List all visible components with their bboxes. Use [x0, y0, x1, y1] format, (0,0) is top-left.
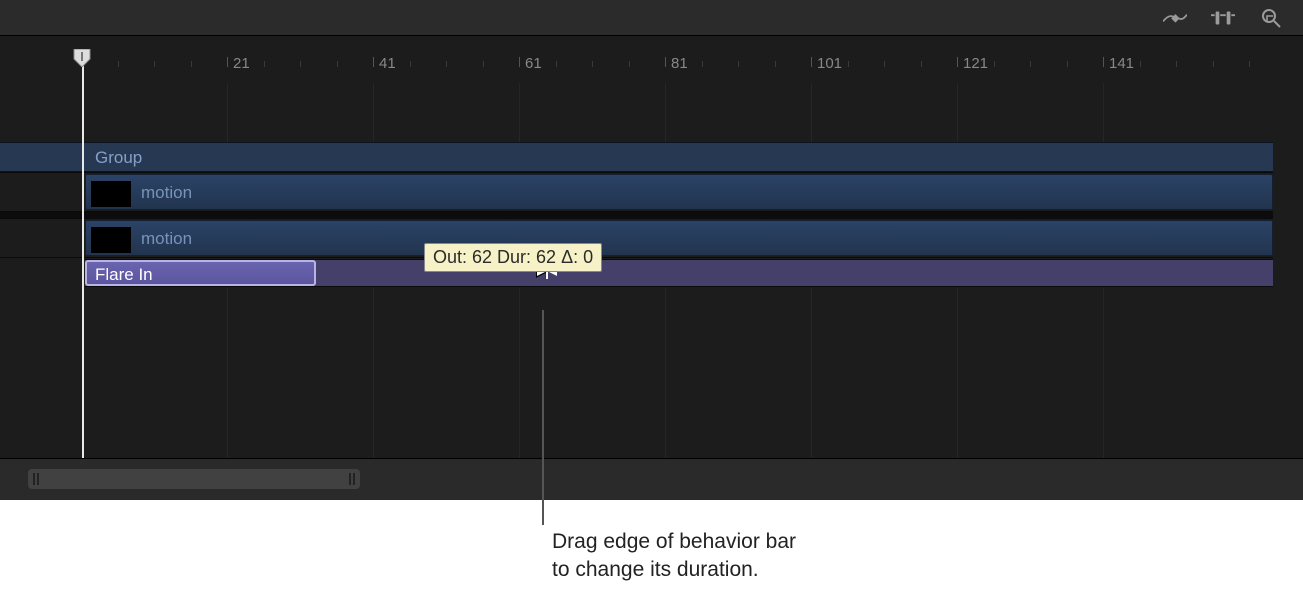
clip-thumbnail — [91, 181, 131, 207]
clip-bar[interactable]: motion — [85, 220, 1273, 256]
ruler-tick-label: 41 — [379, 55, 396, 72]
ruler-tick-label: 21 — [233, 55, 250, 72]
trim-tooltip: Out: 62 Dur: 62 Δ: 0 — [424, 243, 602, 272]
clip-thumbnail — [91, 227, 131, 253]
playhead-flag-icon[interactable] — [72, 49, 92, 67]
timeline-footer — [0, 458, 1303, 500]
timeline-panel: 21 41 61 81 101 121 141 Group motion motion — [0, 0, 1303, 500]
group-header-row[interactable]: Group — [0, 142, 1273, 172]
ruler-tick-label: 101 — [817, 55, 842, 72]
tracks-area: Group motion motion Flare In — [0, 142, 1273, 288]
playhead[interactable] — [82, 49, 84, 458]
clip-row: motion — [0, 172, 1273, 212]
zoom-icon[interactable] — [1259, 7, 1283, 29]
snap-icon[interactable] — [1211, 7, 1235, 29]
clip-label: motion — [141, 183, 192, 203]
ruler-tick-label: 141 — [1109, 55, 1134, 72]
timeline-toolbar — [0, 0, 1303, 36]
ruler-tick-label: 121 — [963, 55, 988, 72]
clip-bar[interactable]: motion — [85, 174, 1273, 210]
group-label: Group — [95, 148, 142, 168]
callout-text: Drag edge of behavior bar to change its … — [552, 528, 796, 585]
ruler-ticks: 21 41 61 81 101 121 141 — [0, 49, 1273, 83]
behavior-row: Flare In — [0, 258, 1273, 288]
ruler-tick-label: 81 — [671, 55, 688, 72]
horizontal-scrollbar[interactable] — [28, 469, 360, 489]
behavior-track: Flare In — [85, 259, 1273, 287]
callout-line — [542, 310, 544, 525]
ruler-tick-label: 61 — [525, 55, 542, 72]
behavior-label: Flare In — [95, 265, 153, 285]
keyframe-curve-icon[interactable] — [1163, 7, 1187, 29]
behavior-bar[interactable]: Flare In — [85, 260, 316, 286]
clip-row: motion — [0, 218, 1273, 258]
clip-label: motion — [141, 229, 192, 249]
time-ruler[interactable]: 21 41 61 81 101 121 141 — [0, 49, 1273, 83]
